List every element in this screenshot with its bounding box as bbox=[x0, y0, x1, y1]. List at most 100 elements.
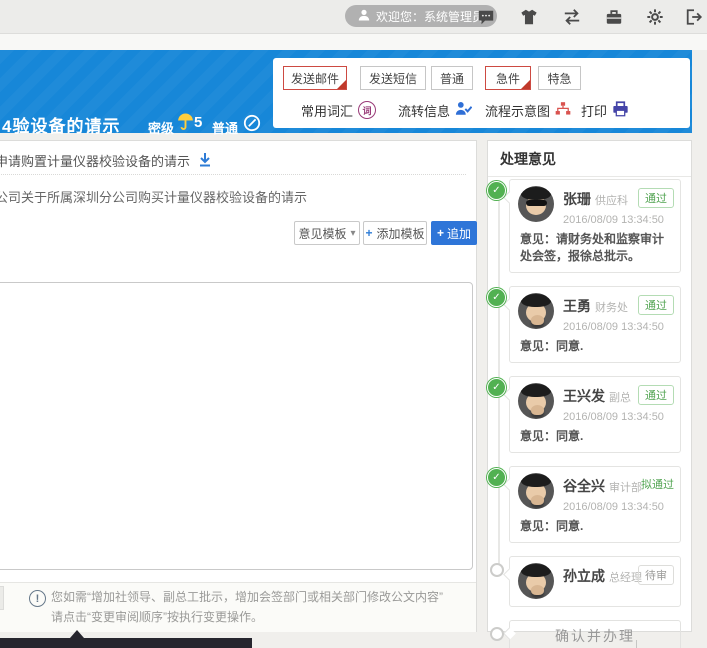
note-line1: 您如需“增加社领导、副总工批示，增加会签部门或相关部门修改公文内容” bbox=[51, 587, 443, 607]
attachment-title: 申请购置计量仪器校验设备的请示 bbox=[0, 151, 190, 170]
welcome-text: 欢迎您：系统管理员 bbox=[376, 8, 484, 25]
corner-fold bbox=[521, 80, 530, 89]
comment-text: 意见：同意. bbox=[520, 518, 674, 535]
comment-dept: 审计部 bbox=[609, 482, 642, 494]
send-sms-button[interactable]: 发送短信 bbox=[360, 66, 426, 90]
opinion-textarea[interactable] bbox=[0, 282, 473, 570]
speed-label: 普通 bbox=[212, 118, 238, 137]
comment-time: 2016/08/09 13:34:50 bbox=[563, 214, 664, 226]
person-check-icon bbox=[455, 101, 472, 119]
document-subject: 公司关于所属深圳分公司购买计量仪器校验设备的请示 bbox=[0, 187, 307, 206]
download-icon[interactable] bbox=[198, 152, 212, 170]
comment-card: ✓ 王勇财务处 2016/08/09 13:34:50 通过 意见：同意. bbox=[509, 286, 681, 363]
corner-fold bbox=[337, 80, 346, 89]
add-template-button[interactable]: + 添加模板 bbox=[363, 221, 427, 245]
speed-dial-icon bbox=[243, 114, 261, 137]
transfer-icon[interactable] bbox=[562, 7, 582, 27]
comment-list: ✓ 张珊供应科 2016/08/09 13:34:50 通过 意见：请财务处和监… bbox=[509, 179, 681, 648]
comment-text: 意见：同意. bbox=[520, 428, 674, 445]
send-mail-label: 发送邮件 bbox=[291, 70, 339, 87]
briefcase-icon[interactable] bbox=[604, 7, 624, 27]
common-words-link[interactable]: 常用词汇 词 bbox=[301, 100, 376, 120]
security-label: 密级 bbox=[148, 118, 174, 137]
action-toolbar: 发送邮件 发送短信 普通 急件 特急 继续流转 常用词汇 词 流转信息 bbox=[273, 58, 690, 128]
security-level: 5 bbox=[194, 114, 202, 131]
confirm-handle-label: 确认并办理 bbox=[555, 628, 635, 644]
logout-icon[interactable] bbox=[684, 7, 704, 27]
append-button[interactable]: + 追加 bbox=[431, 221, 477, 245]
attachment-row: 申请购置计量仪器校验设备的请示 bbox=[0, 151, 212, 170]
flow-chart-link[interactable]: 流程示意图 bbox=[485, 100, 571, 120]
comment-meta: 孙立成总经理 bbox=[563, 563, 642, 586]
timeline-dot: ✓ bbox=[487, 378, 506, 397]
comment-dept: 财务处 bbox=[595, 302, 628, 314]
timeline-dot: ✓ bbox=[487, 288, 506, 307]
plus-icon: + bbox=[437, 226, 444, 240]
avatar-detail bbox=[531, 585, 544, 595]
chat-icon[interactable] bbox=[476, 7, 496, 27]
priority-extra-urgent-button[interactable]: 特急 bbox=[538, 66, 581, 90]
flow-info-link[interactable]: 流转信息 bbox=[398, 100, 472, 120]
priority-urgent-button[interactable]: 急件 bbox=[485, 66, 531, 90]
opinion-template-dropdown[interactable]: 意见模板 ▾ bbox=[294, 221, 360, 245]
shirt-icon[interactable] bbox=[519, 7, 539, 27]
user-menu[interactable]: 欢迎您：系统管理员 bbox=[345, 5, 497, 27]
topbar: 欢迎您：系统管理员 bbox=[0, 0, 707, 34]
comment-dept: 供应科 bbox=[595, 195, 628, 207]
topbar-substrip bbox=[0, 34, 707, 50]
confirm-handle-button[interactable]: 确认并办理 bbox=[509, 620, 681, 648]
note-text: 您如需“增加社领导、副总工批示，增加会签部门或相关部门修改公文内容” 请点击“变… bbox=[51, 587, 443, 627]
comment-time: 2016/08/09 13:34:50 bbox=[563, 501, 664, 513]
info-icon: ! bbox=[29, 590, 46, 607]
opinion-template-label: 意见模板 bbox=[298, 225, 346, 242]
timeline-dot bbox=[490, 627, 504, 641]
divider bbox=[636, 640, 637, 648]
print-link[interactable]: 打印 bbox=[581, 100, 629, 120]
chevron-down-icon: ▾ bbox=[350, 228, 355, 239]
avatar bbox=[518, 293, 554, 329]
timeline-dot bbox=[490, 563, 504, 577]
status-badge: 待审 bbox=[638, 565, 674, 585]
comment-card: ✓ 王兴发副总 2016/08/09 13:34:50 通过 意见：同意. bbox=[509, 376, 681, 453]
note-area: ! 您如需“增加社领导、副总工批示，增加会签部门或相关部门修改公文内容” 请点击… bbox=[0, 582, 476, 632]
note-line2: 请点击“变更审阅顺序”按执行变更操作。 bbox=[51, 607, 443, 627]
flow-chart-label: 流程示意图 bbox=[485, 101, 550, 120]
comment-dept: 副总 bbox=[609, 392, 631, 404]
document-panel: 申请购置计量仪器校验设备的请示 公司关于所属深圳分公司购买计量仪器校验设备的请示… bbox=[0, 140, 477, 632]
page: 欢迎您：系统管理员 4验设备的请示 密级 5 普通 bbox=[0, 0, 707, 648]
avatar bbox=[518, 383, 554, 419]
timeline-dot: ✓ bbox=[487, 468, 506, 487]
priority-normal-button[interactable]: 普通 bbox=[431, 66, 473, 90]
comment-author-row: 孙立成总经理 bbox=[563, 566, 642, 586]
priority-urgent-label: 急件 bbox=[496, 70, 520, 87]
plus-icon: + bbox=[365, 226, 372, 240]
comment-author: 谷全兴 bbox=[563, 478, 605, 494]
append-label: 追加 bbox=[447, 225, 471, 242]
comment-author: 王兴发 bbox=[563, 388, 605, 404]
comment-author: 王勇 bbox=[563, 298, 591, 314]
comment-card: ✓ 张珊供应科 2016/08/09 13:34:50 通过 意见：请财务处和监… bbox=[509, 179, 681, 273]
comment-text: 意见：请财务处和监察审计处会签，报徐总批示。 bbox=[520, 231, 674, 265]
tooltip bbox=[0, 638, 252, 648]
timeline-dot: ✓ bbox=[487, 181, 506, 200]
print-label: 打印 bbox=[581, 101, 607, 120]
user-icon bbox=[358, 9, 370, 24]
comment-time: 2016/08/09 13:34:50 bbox=[563, 321, 664, 333]
opinions-sidebar: 处理意见 ✓ 张珊供应科 2016/08/09 13:34:50 通过 意见：请… bbox=[487, 140, 692, 632]
status-badge: 通过 bbox=[638, 295, 674, 315]
sitemap-icon bbox=[555, 101, 571, 119]
send-mail-button[interactable]: 发送邮件 bbox=[283, 66, 347, 90]
priority-extra-urgent-label: 特急 bbox=[547, 70, 571, 87]
security-umbrella-icon bbox=[177, 112, 194, 136]
page-title: 4验设备的请示 bbox=[2, 112, 120, 137]
comment-time: 2016/08/09 13:34:50 bbox=[563, 411, 664, 423]
common-words-label: 常用词汇 bbox=[301, 101, 353, 120]
printer-icon bbox=[612, 101, 629, 120]
status-badge: 通过 bbox=[638, 188, 674, 208]
avatar bbox=[518, 186, 554, 222]
comment-card: ✓ 谷全兴审计部 2016/08/09 13:34:50 拟通过 意见：同意. bbox=[509, 466, 681, 543]
status-badge: 拟通过 bbox=[641, 475, 674, 493]
word-circle-icon: 词 bbox=[358, 101, 376, 119]
priority-normal-label: 普通 bbox=[440, 70, 464, 87]
settings-icon[interactable] bbox=[645, 7, 665, 27]
